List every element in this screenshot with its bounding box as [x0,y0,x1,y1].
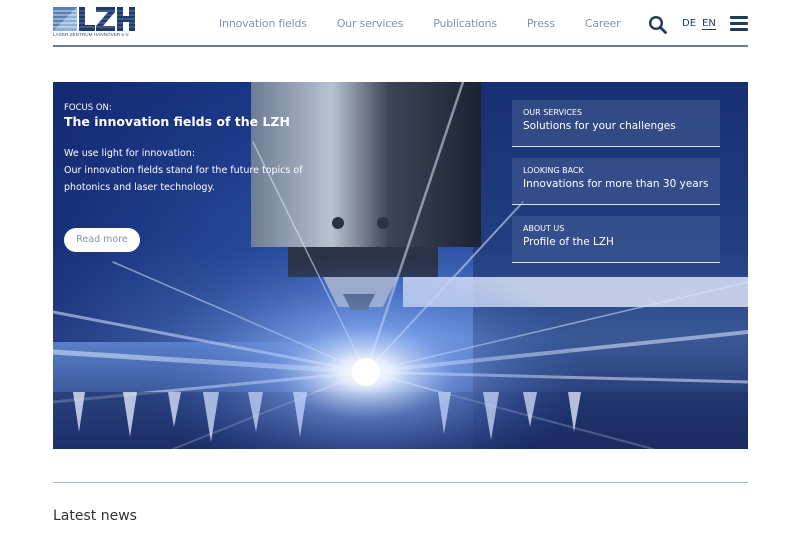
latest-news-heading: Latest news [53,508,137,524]
teaser-kicker: ABOUT US [523,224,565,233]
nav-press[interactable]: Press [527,17,555,30]
nav-publications[interactable]: Publications [433,17,497,30]
search-button[interactable] [648,15,668,35]
nav-our-services[interactable]: Our services [337,17,404,30]
menu-button[interactable] [730,16,748,31]
teaser-our-services[interactable]: OUR SERVICES Solutions for your challeng… [512,100,720,147]
hero-text-line1: We use light for innovation: [64,148,196,159]
teaser-title: Profile of the LZH [523,236,614,248]
lang-de[interactable]: DE [682,18,696,30]
nav-career[interactable]: Career [585,17,621,30]
main-nav: Innovation fields Our services Publicati… [219,17,650,30]
hero-banner: FOCUS ON: The innovation fields of the L… [53,82,748,449]
teaser-kicker: OUR SERVICES [523,108,583,117]
search-icon [648,15,667,34]
teaser-kicker: LOOKING BACK [523,166,584,175]
hero-title: The innovation fields of the LZH [64,114,290,129]
site-header: LASER ZENTRUM HANNOVER e.V. Innovation f… [53,0,748,47]
nav-innovation-fields[interactable]: Innovation fields [219,17,307,30]
teaser-about-us[interactable]: ABOUT US Profile of the LZH [512,216,720,263]
read-more-button[interactable]: Read more [64,228,140,252]
hero-description: We use light for innovation: Our innovat… [64,145,324,196]
teaser-title: Solutions for your challenges [523,120,676,132]
hero-kicker: FOCUS ON: [64,103,112,113]
teaser-title: Innovations for more than 30 years [523,178,709,190]
language-switcher: DE EN [682,18,716,30]
logo-subtitle: LASER ZENTRUM HANNOVER e.V. [53,32,130,37]
lzh-logo-mark [53,7,135,31]
hero-text-line2: Our innovation fields stand for the futu… [64,165,303,193]
section-divider [53,482,748,483]
teaser-looking-back[interactable]: LOOKING BACK Innovations for more than 3… [512,158,720,205]
lzh-logo[interactable]: LASER ZENTRUM HANNOVER e.V. [53,7,137,39]
hamburger-menu-icon [730,16,748,31]
lang-en[interactable]: EN [702,18,716,30]
